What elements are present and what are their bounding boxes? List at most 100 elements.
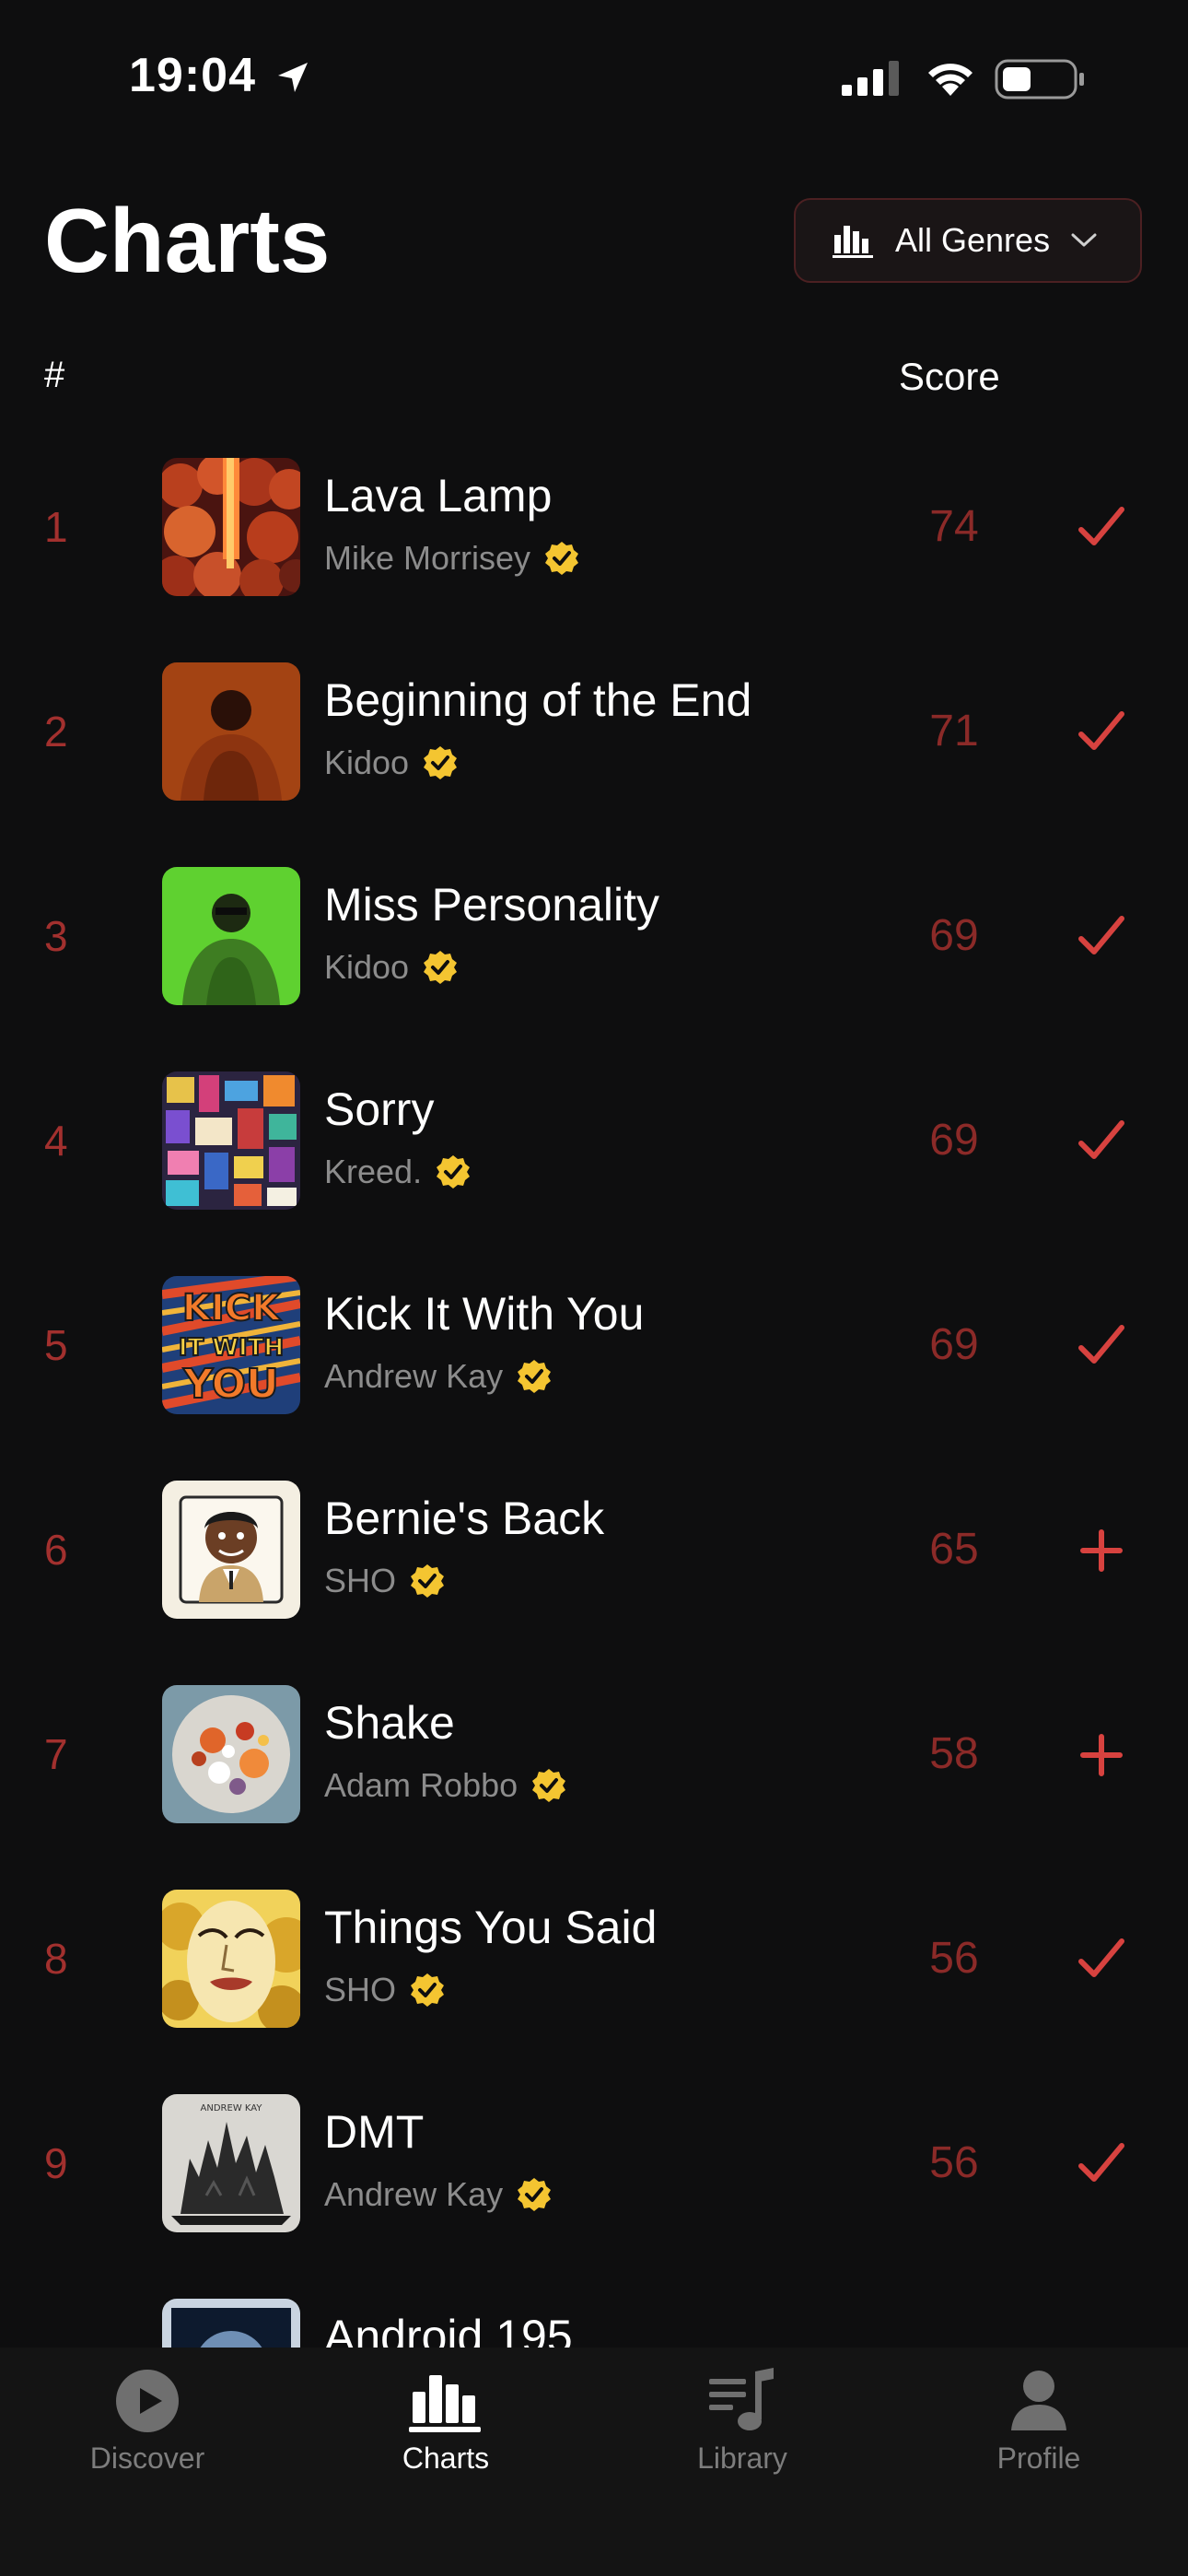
- score-value: 69: [929, 911, 979, 960]
- check-icon[interactable]: [1076, 2138, 1127, 2190]
- score-value: 69: [929, 1116, 979, 1165]
- track-title: Kick It With You: [324, 1288, 645, 1340]
- track-artist: Kidoo: [324, 948, 459, 987]
- chart-row[interactable]: 7 Shake Adam Robbo 58: [0, 1685, 1188, 1890]
- artist-name: SHO: [324, 1562, 397, 1599]
- track-title: Miss Personality: [324, 879, 659, 931]
- track-artist: Mike Morrisey: [324, 539, 580, 578]
- tab-bar: Discover Charts Library Profile: [0, 2348, 1188, 2576]
- score-value: 56: [929, 1934, 979, 1983]
- tab-charts[interactable]: Charts: [335, 2368, 556, 2476]
- artist-name: SHO: [324, 1971, 397, 2008]
- rank-number: 7: [44, 1730, 68, 1778]
- verified-badge-icon: [545, 542, 579, 575]
- play-circle-icon: [116, 2370, 179, 2432]
- artist-name: Kreed.: [324, 1153, 423, 1190]
- score-value: 58: [929, 1729, 979, 1778]
- chart-row[interactable]: 9 ANDREW KAY DMT Andrew Kay 56: [0, 2094, 1188, 2299]
- track-title: Bernie's Back: [324, 1493, 605, 1544]
- chart-row[interactable]: 5 KICK IT WITH YOU Kick It With You Andr…: [0, 1276, 1188, 1481]
- album-art-text: IT WITH: [179, 1334, 284, 1362]
- check-icon[interactable]: [1076, 707, 1127, 758]
- track-title: Beginning of the End: [324, 674, 752, 726]
- plus-icon[interactable]: [1076, 1525, 1127, 1576]
- album-art: [162, 867, 300, 1005]
- score-value: 74: [929, 502, 979, 551]
- track-artist: Adam Robbo: [324, 1766, 567, 1805]
- track-title: Shake: [324, 1697, 455, 1749]
- verified-badge-icon: [532, 1769, 566, 1802]
- plus-icon[interactable]: [1076, 1729, 1127, 1781]
- chart-row[interactable]: 3 Miss Personality Kidoo 69: [0, 867, 1188, 1071]
- chart-row[interactable]: 2 Beginning of the End Kidoo 71: [0, 662, 1188, 867]
- score-value: 65: [929, 1525, 979, 1574]
- verified-badge-icon: [424, 951, 458, 984]
- check-icon[interactable]: [1076, 911, 1127, 963]
- album-art: [162, 1685, 300, 1823]
- check-icon[interactable]: [1076, 1116, 1127, 1167]
- check-icon[interactable]: [1076, 1934, 1127, 1985]
- artist-name: Kidoo: [324, 948, 410, 986]
- tab-profile[interactable]: Profile: [928, 2368, 1149, 2476]
- verified-badge-icon: [424, 746, 458, 779]
- rank-number: 6: [44, 1526, 68, 1574]
- track-artist: Kreed.: [324, 1153, 472, 1191]
- tab-label: Charts: [402, 2441, 490, 2475]
- track-title: Lava Lamp: [324, 470, 553, 521]
- track-title: Things You Said: [324, 1902, 658, 1953]
- tab-label: Library: [697, 2441, 787, 2475]
- score-value: 69: [929, 1320, 979, 1369]
- verified-badge-icon: [518, 1360, 552, 1393]
- track-artist: Andrew Kay: [324, 1357, 553, 1396]
- track-artist: Andrew Kay: [324, 2175, 553, 2214]
- album-art: [162, 2299, 300, 2348]
- album-art: [162, 1481, 300, 1619]
- track-title: Sorry: [324, 1083, 435, 1135]
- tab-discover[interactable]: Discover: [37, 2368, 258, 2476]
- rank-number: 5: [44, 1321, 68, 1369]
- tab-library[interactable]: Library: [632, 2368, 853, 2476]
- chart-row[interactable]: 8 Things You Said SHO 56: [0, 1890, 1188, 2094]
- score-value: 71: [929, 707, 979, 755]
- track-title: DMT: [324, 2106, 425, 2158]
- rank-number: 3: [44, 912, 68, 960]
- chart-row[interactable]: 1 Lava Lamp Mike Morrisey 74: [0, 458, 1188, 662]
- rank-number: 9: [44, 2139, 68, 2187]
- track-artist: Kidoo: [324, 744, 459, 782]
- artist-name: Mike Morrisey: [324, 539, 531, 577]
- album-art-text: KICK: [182, 1287, 282, 1329]
- person-icon: [1011, 2371, 1066, 2430]
- chart-list: 1 Lava Lamp Mike Morrisey 74 2 Beginning…: [0, 0, 1188, 2348]
- album-art: [162, 1890, 300, 2028]
- artist-name: Kidoo: [324, 744, 410, 781]
- music-list-icon: [709, 2368, 774, 2430]
- album-art: ANDREW KAY: [162, 2094, 300, 2232]
- check-icon[interactable]: [1076, 502, 1127, 554]
- check-icon[interactable]: [1076, 1320, 1127, 1372]
- album-art-text: YOU: [182, 1361, 278, 1408]
- tab-label: Discover: [89, 2441, 205, 2475]
- album-art: [162, 458, 300, 596]
- artist-name: Adam Robbo: [324, 1766, 518, 1804]
- track-artist: SHO: [324, 1562, 446, 1600]
- verified-badge-icon: [411, 1973, 445, 2007]
- chart-row[interactable]: 6 Bernie's Back SHO 65: [0, 1481, 1188, 1685]
- bar-chart-icon: [409, 2375, 481, 2432]
- track-title: Android 195: [324, 2311, 573, 2348]
- tab-label: Profile: [996, 2441, 1081, 2475]
- album-art: [162, 662, 300, 801]
- rank-number: 8: [44, 1935, 68, 1983]
- album-art: KICK IT WITH YOU: [162, 1276, 300, 1414]
- chart-row[interactable]: 4 Sorry Kreed. 69: [0, 1071, 1188, 1276]
- album-art-text: ANDREW KAY: [201, 2103, 263, 2113]
- rank-number: 1: [44, 503, 68, 551]
- verified-badge-icon: [437, 1155, 471, 1188]
- chart-row[interactable]: Android 195: [0, 2299, 1188, 2348]
- verified-badge-icon: [411, 1564, 445, 1598]
- artist-name: Andrew Kay: [324, 1357, 504, 1395]
- score-value: 56: [929, 2138, 979, 2187]
- album-art: [162, 1071, 300, 1210]
- track-artist: SHO: [324, 1971, 446, 2009]
- artist-name: Andrew Kay: [324, 2175, 504, 2213]
- rank-number: 2: [44, 708, 68, 755]
